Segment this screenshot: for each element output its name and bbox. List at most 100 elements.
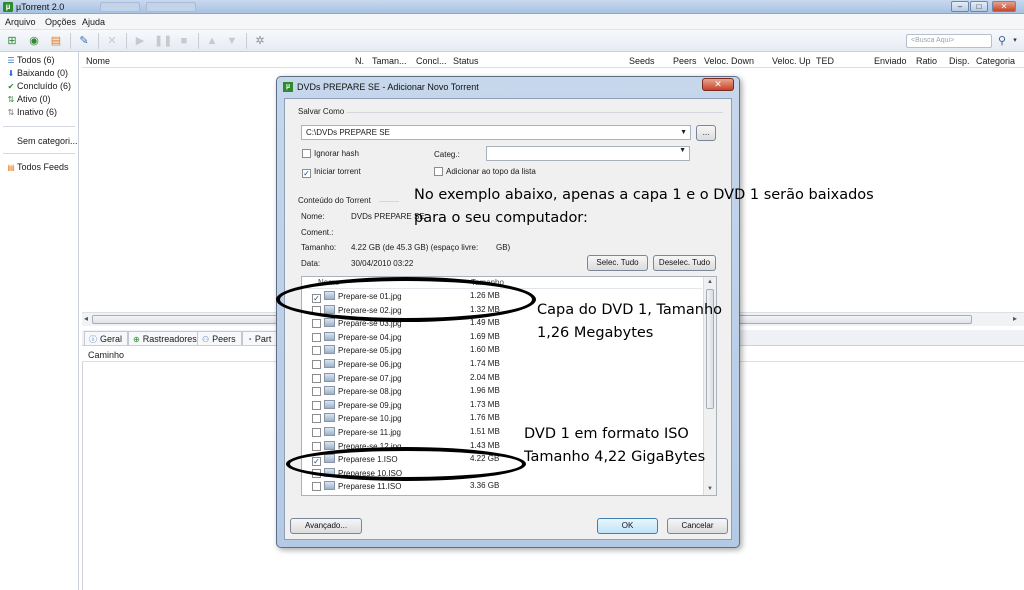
cancel-button[interactable]: Cancelar (667, 518, 728, 534)
select-all-button[interactable]: Selec. Tudo (587, 255, 648, 271)
list-item[interactable]: Preparese 11.ISO 3.36 GB (312, 481, 702, 494)
list-item[interactable]: Prepare-se 08.jpg 1.96 MB (312, 386, 702, 399)
category-combo[interactable]: ▼ (486, 146, 690, 161)
checkbox-box[interactable] (312, 373, 321, 383)
sidebar-item-ativo[interactable]: ⇅ Ativo (0) (6, 94, 51, 104)
checkbox-box[interactable] (312, 319, 321, 329)
column-seeds[interactable]: Seeds (629, 56, 655, 66)
file-size: 1.51 MB (470, 427, 500, 436)
column-status[interactable]: Status (453, 56, 479, 66)
browse-button[interactable]: ... (696, 125, 716, 141)
start-torrent-checkbox[interactable]: ✓ Iniciar torrent (302, 167, 361, 178)
scroll-left-icon[interactable]: ◂ (84, 314, 88, 323)
search-input[interactable]: <Busca Aqui> (906, 34, 992, 48)
background-tab (100, 2, 140, 12)
remove-icon[interactable]: ✕ (104, 33, 120, 49)
column-enviado[interactable]: Enviado (874, 56, 907, 66)
column-peers[interactable]: Peers (673, 56, 697, 66)
start-icon[interactable]: ▶ (132, 33, 148, 49)
minimize-button[interactable]: – (951, 1, 969, 12)
add-url-icon[interactable]: ◉ (26, 33, 42, 49)
list-item[interactable]: Prepare-se 05.jpg 1.60 MB (312, 345, 702, 358)
sidebar-item-baixando[interactable]: ⬇ Baixando (0) (6, 68, 68, 78)
gear-icon[interactable]: ✲ (252, 33, 268, 49)
column-nome[interactable]: Nome (86, 56, 110, 66)
column-ratio[interactable]: Ratio (916, 56, 937, 66)
tab-rastreadores[interactable]: ⊕ Rastreadores (128, 331, 203, 345)
list-item[interactable]: Prepare-se 07.jpg 2.04 MB (312, 372, 702, 386)
column-ted[interactable]: TED (816, 56, 834, 66)
download-arrow-icon: ⬇ (7, 69, 15, 78)
date-value: 30/04/2010 03:22 (351, 259, 414, 268)
chevron-down-icon[interactable]: ▾ (1010, 33, 1020, 49)
utorrent-logo-icon: µ (3, 2, 13, 12)
annotation-iso-line2: Tamanho 4,22 GigaBytes (524, 449, 706, 465)
column-n[interactable]: N. (355, 56, 364, 66)
checkbox-box[interactable] (312, 346, 321, 356)
advanced-button[interactable]: Avançado... (290, 518, 362, 534)
dialog-close-button[interactable]: ✕ (702, 78, 734, 91)
sidebar-item-inativo[interactable]: ⇅ Inativo (6) (6, 107, 57, 117)
add-torrent-icon[interactable]: ⊞ (4, 33, 20, 49)
column-tamanho[interactable]: Taman... (372, 56, 407, 66)
file-size: 1.43 MB (470, 440, 500, 450)
checkbox-box[interactable] (312, 387, 321, 397)
scroll-right-icon[interactable]: ▸ (1013, 314, 1017, 323)
maximize-button[interactable]: □ (970, 1, 988, 12)
move-down-icon[interactable]: ▼ (224, 33, 240, 49)
move-up-icon[interactable]: ▲ (204, 33, 220, 49)
sidebar-item-feeds[interactable]: ▤ Todos Feeds (6, 162, 68, 172)
column-disp[interactable]: Disp. (949, 56, 970, 66)
column-concluido[interactable]: Concl... (416, 56, 447, 66)
list-icon: ☰ (7, 56, 15, 65)
checkbox-box[interactable] (312, 400, 321, 410)
tab-peers[interactable]: ⚇ Peers (197, 331, 242, 345)
tab-geral[interactable]: ⓘ Geral (84, 331, 129, 345)
sidebar-item-sem-categoria[interactable]: Sem categori... (17, 136, 78, 146)
file-icon (324, 359, 335, 368)
file-size: 1.60 MB (470, 345, 500, 355)
column-categoria[interactable]: Categoria (976, 56, 1015, 66)
ok-button[interactable]: OK (597, 518, 658, 534)
deselect-all-button[interactable]: Deselec. Tudo (653, 255, 716, 271)
close-button[interactable]: ✕ (992, 1, 1016, 12)
list-item[interactable]: Prepare-se 06.jpg 1.74 MB (312, 359, 702, 372)
column-veloc-up[interactable]: Veloc. Up (772, 56, 811, 66)
file-icon (324, 386, 335, 396)
sidebar-divider (3, 153, 75, 154)
group-divider (379, 201, 399, 202)
scroll-up-icon[interactable]: ▲ (707, 279, 713, 285)
rss-icon[interactable]: ▤ (48, 33, 64, 49)
utorrent-logo-icon: µ (283, 82, 293, 92)
tab-partes[interactable]: ◔ Part (242, 331, 278, 345)
scroll-down-icon[interactable]: ▼ (707, 486, 713, 492)
list-item[interactable]: Prepare-se 09.jpg 1.73 MB (312, 399, 702, 413)
checkbox-box[interactable] (312, 360, 321, 369)
sidebar-item-todos[interactable]: ☰ Todos (6) (6, 55, 54, 65)
column-caminho[interactable]: Caminho (88, 350, 124, 360)
list-item[interactable]: Prepare-se 10.jpg 1.76 MB (312, 413, 702, 426)
pause-icon[interactable]: ❚❚ (154, 33, 172, 49)
stop-icon[interactable]: ■ (176, 33, 192, 49)
search-icon[interactable]: ⚲ (994, 33, 1010, 49)
ignore-hash-checkbox[interactable]: Ignorar hash (302, 149, 359, 158)
file-icon (324, 427, 335, 436)
file-size: 2.04 MB (470, 372, 500, 382)
create-torrent-icon[interactable]: ✎ (76, 33, 92, 49)
toolbar-separator (70, 33, 71, 49)
add-top-checkbox[interactable]: Adicionar ao topo da lista (434, 167, 536, 176)
checkbox-box[interactable] (312, 414, 321, 424)
file-name: Prepare-se 10.jpg (338, 414, 402, 424)
save-path-combo[interactable]: C:\DVDs PREPARE SE ▼ (301, 125, 691, 140)
menu-arquivo[interactable]: Arquivo (5, 17, 36, 27)
menu-opcoes[interactable]: Opções (45, 17, 76, 27)
menu-ajuda[interactable]: Ajuda (82, 17, 105, 27)
checkmark-icon: ✔ (7, 82, 15, 91)
sidebar-item-concluido[interactable]: ✔ Concluído (6) (6, 81, 71, 91)
checkbox-box[interactable] (312, 428, 321, 437)
checkbox-box[interactable] (312, 332, 321, 342)
checkbox-box[interactable] (312, 441, 321, 451)
column-veloc-down[interactable]: Veloc. Down (704, 56, 754, 66)
checkbox-box[interactable] (312, 482, 321, 492)
comment-label: Coment.: (301, 228, 334, 237)
